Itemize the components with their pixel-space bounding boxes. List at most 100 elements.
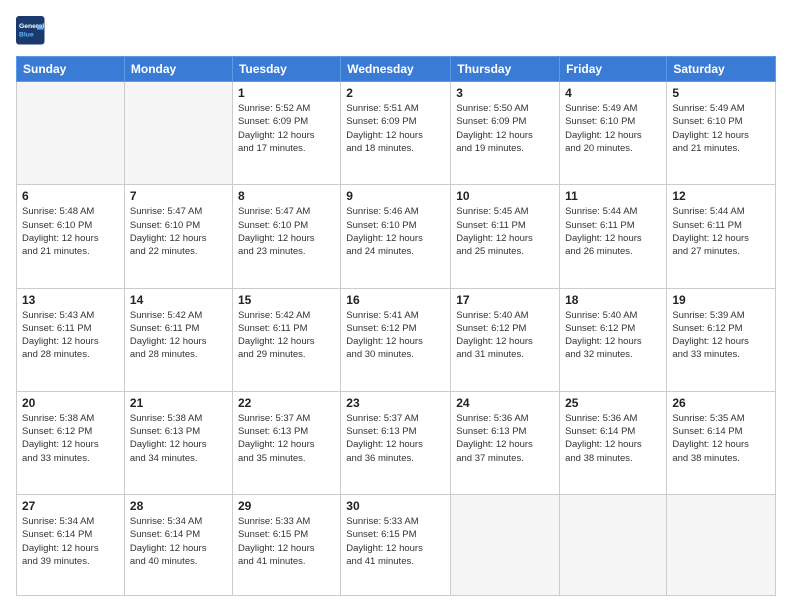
day-of-week-header: Thursday — [451, 57, 560, 82]
day-number: 10 — [456, 189, 554, 203]
day-cell: 7Sunrise: 5:47 AMSunset: 6:10 PMDaylight… — [124, 185, 232, 288]
day-number: 17 — [456, 293, 554, 307]
week-row: 27 Sunrise: 5:34 AMSunset: 6:14 PMDayligh… — [17, 495, 776, 596]
empty-day-cell — [667, 495, 776, 596]
day-number: 8 — [238, 189, 335, 203]
day-info: Sunrise: 5:49 AMSunset: 6:10 PMDaylight:… — [672, 102, 770, 155]
day-cell: 23 Sunrise: 5:37 AMSunset: 6:13 PMDayligh… — [341, 391, 451, 494]
day-cell: 11Sunrise: 5:44 AMSunset: 6:11 PMDayligh… — [560, 185, 667, 288]
day-number: 1 — [238, 86, 335, 100]
day-number: 22 — [238, 396, 335, 410]
day-cell: 1 Sunrise: 5:52 AMSunset: 6:09 PMDaylight… — [232, 82, 340, 185]
day-number: 4 — [565, 86, 661, 100]
day-cell: 24 Sunrise: 5:36 AMSunset: 6:13 PMDayligh… — [451, 391, 560, 494]
day-cell: 15Sunrise: 5:42 AMSunset: 6:11 PMDayligh… — [232, 288, 340, 391]
day-cell: 3 Sunrise: 5:50 AMSunset: 6:09 PMDaylight… — [451, 82, 560, 185]
day-of-week-header: Tuesday — [232, 57, 340, 82]
day-info: Sunrise: 5:46 AMSunset: 6:10 PMDaylight:… — [346, 205, 445, 258]
day-of-week-header: Friday — [560, 57, 667, 82]
day-number: 24 — [456, 396, 554, 410]
day-info: Sunrise: 5:33 AMSunset: 6:15 PMDaylight:… — [238, 515, 335, 568]
day-info: Sunrise: 5:40 AMSunset: 6:12 PMDaylight:… — [456, 309, 554, 362]
day-cell: 27 Sunrise: 5:34 AMSunset: 6:14 PMDayligh… — [17, 495, 125, 596]
day-cell: 18Sunrise: 5:40 AMSunset: 6:12 PMDayligh… — [560, 288, 667, 391]
day-cell: 12Sunrise: 5:44 AMSunset: 6:11 PMDayligh… — [667, 185, 776, 288]
page: General Blue SundayMondayTuesdayWednesda… — [0, 0, 792, 612]
header: General Blue — [16, 16, 776, 46]
day-number: 25 — [565, 396, 661, 410]
day-cell: 14Sunrise: 5:42 AMSunset: 6:11 PMDayligh… — [124, 288, 232, 391]
day-info: Sunrise: 5:51 AMSunset: 6:09 PMDaylight:… — [346, 102, 445, 155]
day-info: Sunrise: 5:34 AMSunset: 6:14 PMDaylight:… — [130, 515, 227, 568]
day-number: 5 — [672, 86, 770, 100]
logo: General Blue — [16, 16, 46, 46]
days-of-week-row: SundayMondayTuesdayWednesdayThursdayFrid… — [17, 57, 776, 82]
day-of-week-header: Saturday — [667, 57, 776, 82]
day-number: 3 — [456, 86, 554, 100]
week-row: 13 Sunrise: 5:43 AMSunset: 6:11 PMDayligh… — [17, 288, 776, 391]
day-info: Sunrise: 5:38 AMSunset: 6:12 PMDaylight:… — [22, 412, 119, 465]
day-cell: 25 Sunrise: 5:36 AMSunset: 6:14 PMDayligh… — [560, 391, 667, 494]
day-number: 21 — [130, 396, 227, 410]
day-number: 2 — [346, 86, 445, 100]
calendar-body: 1 Sunrise: 5:52 AMSunset: 6:09 PMDaylight… — [17, 82, 776, 596]
day-info: Sunrise: 5:50 AMSunset: 6:09 PMDaylight:… — [456, 102, 554, 155]
day-info: Sunrise: 5:36 AMSunset: 6:13 PMDaylight:… — [456, 412, 554, 465]
day-info: Sunrise: 5:38 AMSunset: 6:13 PMDaylight:… — [130, 412, 227, 465]
day-number: 13 — [22, 293, 119, 307]
day-info: Sunrise: 5:35 AMSunset: 6:14 PMDaylight:… — [672, 412, 770, 465]
day-cell: 2 Sunrise: 5:51 AMSunset: 6:09 PMDaylight… — [341, 82, 451, 185]
week-row: 20 Sunrise: 5:38 AMSunset: 6:12 PMDayligh… — [17, 391, 776, 494]
day-info: Sunrise: 5:49 AMSunset: 6:10 PMDaylight:… — [565, 102, 661, 155]
empty-day-cell — [560, 495, 667, 596]
day-info: Sunrise: 5:43 AMSunset: 6:11 PMDaylight:… — [22, 309, 119, 362]
day-of-week-header: Sunday — [17, 57, 125, 82]
day-info: Sunrise: 5:34 AMSunset: 6:14 PMDaylight:… — [22, 515, 119, 568]
day-number: 23 — [346, 396, 445, 410]
empty-day-cell — [17, 82, 125, 185]
day-cell: 28Sunrise: 5:34 AMSunset: 6:14 PMDayligh… — [124, 495, 232, 596]
day-cell: 4 Sunrise: 5:49 AMSunset: 6:10 PMDaylight… — [560, 82, 667, 185]
day-cell: 22 Sunrise: 5:37 AMSunset: 6:13 PMDayligh… — [232, 391, 340, 494]
day-cell: 9 Sunrise: 5:46 AMSunset: 6:10 PMDaylight… — [341, 185, 451, 288]
day-info: Sunrise: 5:45 AMSunset: 6:11 PMDaylight:… — [456, 205, 554, 258]
day-cell: 6 Sunrise: 5:48 AMSunset: 6:10 PMDaylight… — [17, 185, 125, 288]
day-number: 19 — [672, 293, 770, 307]
empty-day-cell — [124, 82, 232, 185]
day-number: 20 — [22, 396, 119, 410]
day-cell: 16Sunrise: 5:41 AMSunset: 6:12 PMDayligh… — [341, 288, 451, 391]
day-info: Sunrise: 5:42 AMSunset: 6:11 PMDaylight:… — [130, 309, 227, 362]
day-number: 27 — [22, 499, 119, 513]
day-number: 29 — [238, 499, 335, 513]
day-cell: 13 Sunrise: 5:43 AMSunset: 6:11 PMDayligh… — [17, 288, 125, 391]
day-info: Sunrise: 5:47 AMSunset: 6:10 PMDaylight:… — [238, 205, 335, 258]
day-cell: 17 Sunrise: 5:40 AMSunset: 6:12 PMDayligh… — [451, 288, 560, 391]
day-info: Sunrise: 5:52 AMSunset: 6:09 PMDaylight:… — [238, 102, 335, 155]
day-cell: 29 Sunrise: 5:33 AMSunset: 6:15 PMDayligh… — [232, 495, 340, 596]
day-number: 30 — [346, 499, 445, 513]
day-cell: 21 Sunrise: 5:38 AMSunset: 6:13 PMDayligh… — [124, 391, 232, 494]
day-number: 15 — [238, 293, 335, 307]
day-cell: 10 Sunrise: 5:45 AMSunset: 6:11 PMDayligh… — [451, 185, 560, 288]
day-number: 9 — [346, 189, 445, 203]
day-info: Sunrise: 5:44 AMSunset: 6:11 PMDaylight:… — [565, 205, 661, 258]
day-info: Sunrise: 5:36 AMSunset: 6:14 PMDaylight:… — [565, 412, 661, 465]
week-row: 1 Sunrise: 5:52 AMSunset: 6:09 PMDaylight… — [17, 82, 776, 185]
day-cell: 30 Sunrise: 5:33 AMSunset: 6:15 PMDayligh… — [341, 495, 451, 596]
day-info: Sunrise: 5:33 AMSunset: 6:15 PMDaylight:… — [346, 515, 445, 568]
logo-icon: General Blue — [16, 16, 46, 46]
day-info: Sunrise: 5:37 AMSunset: 6:13 PMDaylight:… — [238, 412, 335, 465]
day-number: 6 — [22, 189, 119, 203]
day-of-week-header: Wednesday — [341, 57, 451, 82]
day-cell: 8 Sunrise: 5:47 AMSunset: 6:10 PMDaylight… — [232, 185, 340, 288]
day-number: 18 — [565, 293, 661, 307]
day-cell: 26Sunrise: 5:35 AMSunset: 6:14 PMDayligh… — [667, 391, 776, 494]
day-number: 7 — [130, 189, 227, 203]
empty-day-cell — [451, 495, 560, 596]
day-cell: 19Sunrise: 5:39 AMSunset: 6:12 PMDayligh… — [667, 288, 776, 391]
svg-text:Blue: Blue — [19, 31, 34, 38]
day-info: Sunrise: 5:37 AMSunset: 6:13 PMDaylight:… — [346, 412, 445, 465]
day-cell: 20 Sunrise: 5:38 AMSunset: 6:12 PMDayligh… — [17, 391, 125, 494]
day-info: Sunrise: 5:48 AMSunset: 6:10 PMDaylight:… — [22, 205, 119, 258]
week-row: 6 Sunrise: 5:48 AMSunset: 6:10 PMDaylight… — [17, 185, 776, 288]
